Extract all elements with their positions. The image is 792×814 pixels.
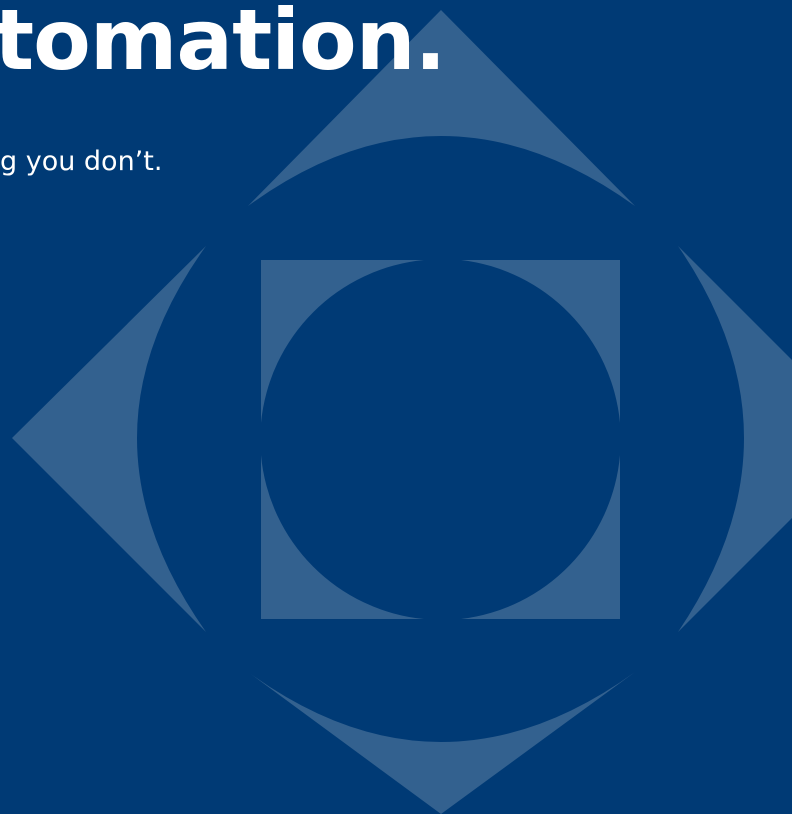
emblem-corner-bottom-left	[261, 455, 424, 619]
emblem-left-arc-shape	[12, 246, 206, 632]
geometric-emblem-icon	[12, 10, 792, 814]
hero-banner: tomation. g you don’t.	[0, 0, 792, 814]
emblem-corner-top-right	[461, 260, 620, 423]
emblem-right-arc-shape	[678, 246, 792, 632]
emblem-corner-bottom-right	[461, 455, 620, 619]
emblem-corner-top-left	[261, 260, 424, 423]
hero-subheadline: g you don’t.	[0, 146, 163, 177]
emblem-bottom-arc-shape	[248, 672, 635, 814]
hero-headline: tomation.	[0, 0, 446, 89]
